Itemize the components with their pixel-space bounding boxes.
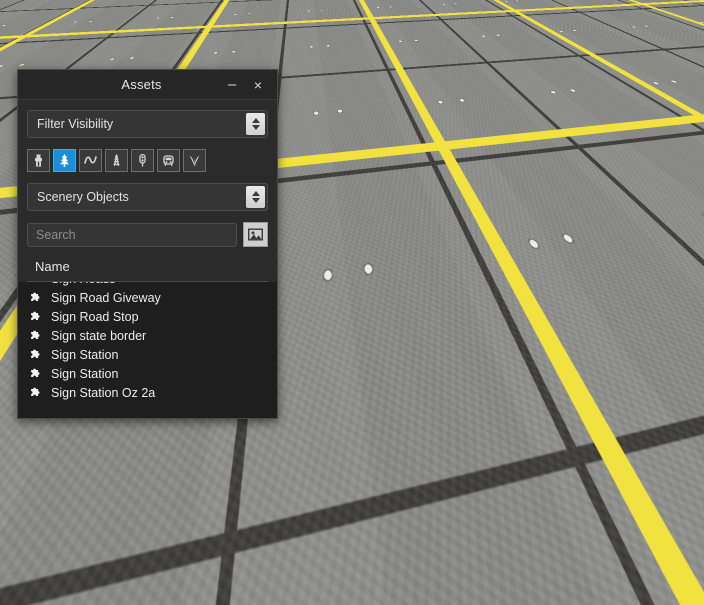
puzzle-piece-icon: [31, 311, 40, 320]
filter-visibility-spinner[interactable]: [246, 113, 265, 135]
railway-track-icon: [113, 154, 120, 167]
filter-button-rolling-stock[interactable]: [157, 149, 180, 172]
puzzle-piece-icon: [31, 330, 40, 339]
editor-viewport: Assets – × Filter Visibility Scenery Obj…: [0, 0, 704, 605]
filter-button-trees[interactable]: [53, 149, 76, 172]
filter-visibility-label: Filter Visibility: [37, 117, 114, 131]
assets-panel-titlebar[interactable]: Assets – ×: [18, 70, 277, 100]
asset-category-spinner[interactable]: [246, 186, 265, 208]
search-input[interactable]: [27, 222, 237, 247]
puzzle-piece-icon: [31, 368, 40, 377]
chevron-up-icon: [251, 118, 260, 123]
filter-button-signals[interactable]: [131, 149, 154, 172]
chevron-down-icon: [251, 125, 260, 130]
asset-name: Sign Road Stop: [51, 309, 139, 324]
assets-panel-body: Filter Visibility Scenery Objects Search…: [18, 100, 277, 418]
thumbnail-view-toggle[interactable]: [243, 222, 268, 247]
filter-visibility-dropdown[interactable]: Filter Visibility: [27, 110, 268, 138]
signal-icon: [139, 153, 146, 167]
close-button[interactable]: ×: [245, 71, 271, 98]
puzzle-piece-icon: [31, 292, 40, 301]
asset-name: Sign Roads: [51, 282, 116, 286]
grass-vegetation-icon: [189, 155, 200, 166]
terrain-paint-icon: [35, 154, 42, 167]
list-item[interactable]: Sign Road Giveway: [27, 288, 277, 307]
asset-name: Sign Station: [51, 366, 119, 381]
asset-name: Sign Station Oz 2a: [51, 385, 156, 400]
assets-panel[interactable]: Assets – × Filter Visibility Scenery Obj…: [17, 69, 278, 419]
image-thumbnail-icon: [248, 228, 263, 241]
asset-name: Sign Station: [51, 347, 119, 362]
chevron-up-icon: [251, 191, 260, 196]
search-row: [27, 222, 268, 247]
puzzle-piece-icon: [31, 387, 40, 396]
asset-category-dropdown[interactable]: Scenery Objects: [27, 183, 268, 211]
spline-curve-icon: [84, 156, 97, 164]
list-item[interactable]: Sign Road Stop: [27, 307, 277, 326]
panel-title: Assets: [121, 77, 162, 92]
list-item[interactable]: Sign Station Oz 2a: [27, 383, 277, 402]
list-item[interactable]: Sign Station: [27, 345, 277, 364]
puzzle-piece-icon: [29, 282, 43, 286]
list-item[interactable]: Sign Station: [27, 364, 277, 383]
chevron-down-icon: [251, 198, 260, 203]
asset-category-label: Scenery Objects: [37, 190, 129, 204]
asset-list[interactable]: Sign Roads Sign Road Giveway Sign Road S…: [18, 282, 277, 418]
asset-name: Sign state border: [51, 328, 147, 343]
minimize-button[interactable]: –: [219, 71, 245, 98]
asset-type-filter-row: [27, 149, 268, 172]
filter-button-terrain-paint[interactable]: [27, 149, 50, 172]
rolling-stock-icon: [163, 155, 174, 166]
asset-list-inner: Sign Roads Sign Road Giveway Sign Road S…: [27, 282, 277, 402]
filter-button-vegetation[interactable]: [183, 149, 206, 172]
tree-icon: [60, 154, 69, 167]
puzzle-piece-icon: [31, 349, 40, 358]
filter-button-splines[interactable]: [79, 149, 102, 172]
filter-button-track[interactable]: [105, 149, 128, 172]
list-item[interactable]: Sign state border: [27, 326, 277, 345]
asset-name: Sign Road Giveway: [51, 290, 161, 305]
list-column-header: Name: [27, 259, 268, 282]
